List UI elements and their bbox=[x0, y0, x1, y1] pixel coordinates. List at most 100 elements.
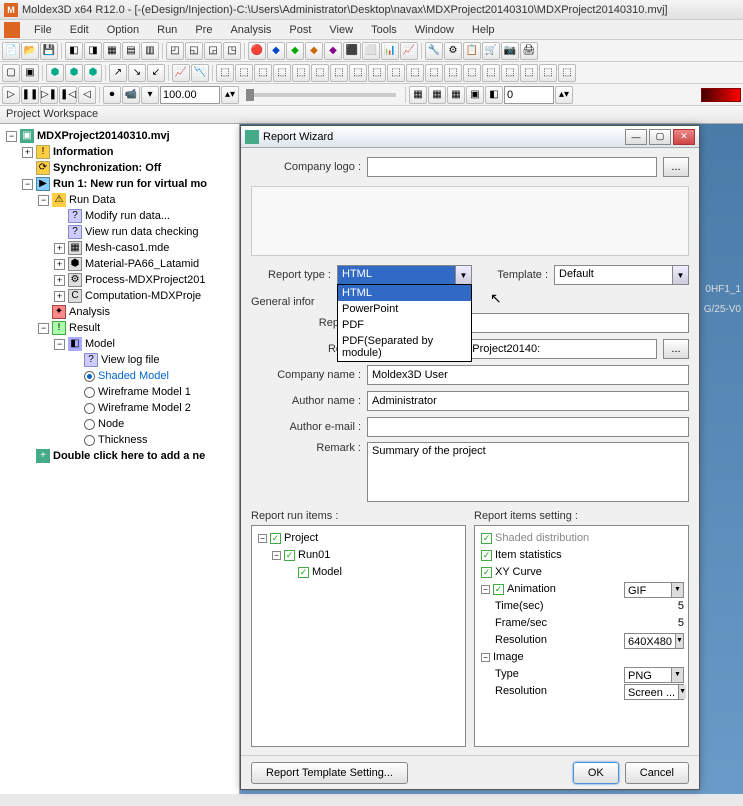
cancel-button[interactable]: Cancel bbox=[625, 762, 689, 784]
tb-prev-icon[interactable]: ❚◁ bbox=[59, 86, 77, 104]
tb-icon[interactable]: ⬚ bbox=[558, 64, 576, 82]
author-name-input[interactable] bbox=[367, 391, 689, 411]
tb-icon[interactable]: ⏺ bbox=[103, 86, 121, 104]
chevron-down-icon[interactable]: ▼ bbox=[455, 266, 471, 284]
tb-icon[interactable]: 📉 bbox=[191, 64, 209, 82]
tb-icon[interactable]: ◱ bbox=[185, 42, 203, 60]
tb-icon[interactable]: ⬚ bbox=[406, 64, 424, 82]
company-logo-input[interactable] bbox=[367, 157, 657, 177]
tb-icon[interactable]: 📈 bbox=[172, 64, 190, 82]
dialog-titlebar[interactable]: Report Wizard — ▢ ✕ bbox=[241, 126, 699, 148]
minimize-button[interactable]: — bbox=[625, 129, 647, 145]
tree-sync[interactable]: ⟳Synchronization: Off bbox=[22, 160, 237, 176]
tb-cube-icon[interactable]: ⬢ bbox=[84, 64, 102, 82]
chevron-down-icon[interactable]: ▼ bbox=[671, 583, 683, 597]
tb-icon[interactable]: ⬚ bbox=[292, 64, 310, 82]
tb-icon[interactable]: ⬚ bbox=[444, 64, 462, 82]
menu-file[interactable]: File bbox=[26, 22, 60, 38]
setting-img-type[interactable]: Type PNG▼ bbox=[481, 666, 684, 683]
menu-edit[interactable]: Edit bbox=[62, 22, 97, 38]
setting-itemstats[interactable]: ✓Item statistics bbox=[481, 547, 684, 564]
tb-icon[interactable]: ⬚ bbox=[235, 64, 253, 82]
tb-dd-icon[interactable]: ▾ bbox=[141, 86, 159, 104]
tb-icon[interactable]: ⚙ bbox=[444, 42, 462, 60]
tb-icon[interactable]: ▦ bbox=[447, 86, 465, 104]
tb-play-icon[interactable]: ▷ bbox=[2, 86, 20, 104]
tree-shaded[interactable]: Shaded Model bbox=[70, 368, 237, 384]
tb-icon[interactable]: ▦ bbox=[428, 86, 446, 104]
menu-option[interactable]: Option bbox=[99, 22, 147, 38]
tb-icon[interactable]: ◆ bbox=[324, 42, 342, 60]
app-menu-icon[interactable] bbox=[4, 22, 20, 38]
tb-icon[interactable]: ▦ bbox=[103, 42, 121, 60]
runitem-model[interactable]: ✓Model bbox=[286, 564, 461, 581]
chevron-down-icon[interactable]: ▼ bbox=[678, 685, 686, 699]
tree-process[interactable]: +⚙Process-MDXProject201 bbox=[54, 272, 237, 288]
report-template-setting-button[interactable]: Report Template Setting... bbox=[251, 762, 408, 784]
tb-icon[interactable]: ◆ bbox=[286, 42, 304, 60]
setting-image[interactable]: −Image bbox=[481, 649, 684, 666]
tree-model[interactable]: −◧Model bbox=[54, 336, 237, 352]
tb-icon[interactable]: ⬚ bbox=[254, 64, 272, 82]
tb-icon[interactable]: ▢ bbox=[2, 64, 20, 82]
tb-pause-icon[interactable]: ❚❚ bbox=[21, 86, 39, 104]
tb-icon[interactable]: ⬚ bbox=[311, 64, 329, 82]
tb-icon[interactable]: 🔴 bbox=[248, 42, 266, 60]
tb-icon[interactable]: ⬚ bbox=[520, 64, 538, 82]
setting-animation[interactable]: −✓Animation GIF▼ bbox=[481, 581, 684, 598]
tb-save-icon[interactable]: 💾 bbox=[40, 42, 58, 60]
tb-icon[interactable]: ◧ bbox=[65, 42, 83, 60]
tb-icon[interactable]: ▤ bbox=[122, 42, 140, 60]
menu-post[interactable]: Post bbox=[281, 22, 319, 38]
toolbar-num-input[interactable] bbox=[504, 86, 554, 104]
author-email-input[interactable] bbox=[367, 417, 689, 437]
setting-shaded[interactable]: ✓Shaded distribution bbox=[481, 530, 684, 547]
runitem-project[interactable]: −✓Project bbox=[258, 530, 461, 547]
tree-wire1[interactable]: Wireframe Model 1 bbox=[70, 384, 237, 400]
tb-next-icon[interactable]: ▷❚ bbox=[40, 86, 58, 104]
tb-icon[interactable]: ⬜ bbox=[362, 42, 380, 60]
tree-dblclick[interactable]: +Double click here to add a ne bbox=[22, 448, 237, 464]
chevron-down-icon[interactable]: ▼ bbox=[675, 634, 683, 648]
tb-icon[interactable]: 📋 bbox=[463, 42, 481, 60]
remark-textarea[interactable]: Summary of the project bbox=[367, 442, 689, 502]
tb-icon[interactable]: ⬚ bbox=[349, 64, 367, 82]
menu-view[interactable]: View bbox=[321, 22, 361, 38]
tb-icon[interactable]: ↘ bbox=[128, 64, 146, 82]
tree-run1[interactable]: −▶Run 1: New run for virtual mo bbox=[22, 176, 237, 192]
tree-wire2[interactable]: Wireframe Model 2 bbox=[70, 400, 237, 416]
tb-icon[interactable]: ⬚ bbox=[482, 64, 500, 82]
tb-icon[interactable]: ▣ bbox=[21, 64, 39, 82]
menu-tools[interactable]: Tools bbox=[363, 22, 405, 38]
tb-icon[interactable]: 🔧 bbox=[425, 42, 443, 60]
runitem-run01[interactable]: −✓Run01 bbox=[272, 547, 461, 564]
tb-icon[interactable]: 📷 bbox=[501, 42, 519, 60]
tb-cube-icon[interactable]: ⬢ bbox=[46, 64, 64, 82]
tb-icon[interactable]: ◧ bbox=[485, 86, 503, 104]
tb-icon[interactable]: 📊 bbox=[381, 42, 399, 60]
tb-cube-icon[interactable]: ⬢ bbox=[65, 64, 83, 82]
tb-icon[interactable]: ▣ bbox=[466, 86, 484, 104]
dd-option-pdf-sep[interactable]: PDF(Separated by module) bbox=[338, 333, 471, 361]
tb-stop-icon[interactable]: ◁ bbox=[78, 86, 96, 104]
tb-icon[interactable]: ⬚ bbox=[330, 64, 348, 82]
tree-mesh[interactable]: +▦Mesh-caso1.mde bbox=[54, 240, 237, 256]
company-name-input[interactable] bbox=[367, 365, 689, 385]
menu-run[interactable]: Run bbox=[149, 22, 185, 38]
menu-pre[interactable]: Pre bbox=[187, 22, 220, 38]
tb-icon[interactable]: 📹 bbox=[122, 86, 140, 104]
tb-icon[interactable]: ↙ bbox=[147, 64, 165, 82]
tb-spinner-icon[interactable]: ▴▾ bbox=[221, 86, 239, 104]
tb-icon[interactable]: 📈 bbox=[400, 42, 418, 60]
tb-icon[interactable]: ◳ bbox=[223, 42, 241, 60]
tb-icon[interactable]: ⬚ bbox=[387, 64, 405, 82]
tree-thickness[interactable]: Thickness bbox=[70, 432, 237, 448]
maximize-button[interactable]: ▢ bbox=[649, 129, 671, 145]
tb-icon[interactable]: ▦ bbox=[409, 86, 427, 104]
tree-computation[interactable]: +CComputation-MDXProje bbox=[54, 288, 237, 304]
menu-analysis[interactable]: Analysis bbox=[222, 22, 279, 38]
tree-viewlog[interactable]: ?View log file bbox=[70, 352, 237, 368]
tree-information[interactable]: +!Information bbox=[22, 144, 237, 160]
tb-icon[interactable]: ▥ bbox=[141, 42, 159, 60]
tb-icon[interactable]: ⬚ bbox=[501, 64, 519, 82]
